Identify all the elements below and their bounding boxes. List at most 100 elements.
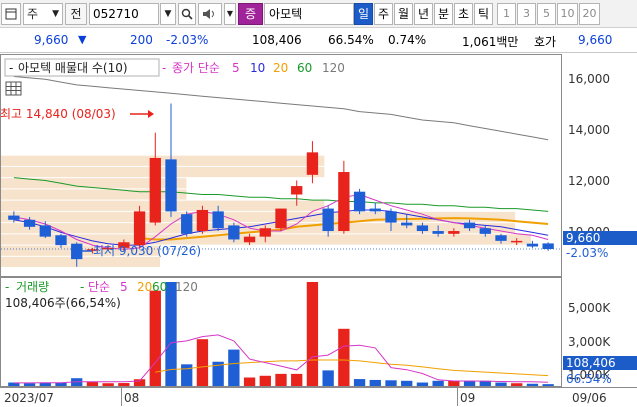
interval-1[interactable]: 1 [497, 2, 517, 25]
volume-bar [511, 383, 523, 386]
down-arrow-icon: ▼ [78, 33, 87, 46]
candle-body [39, 225, 51, 237]
volume-bar [196, 339, 209, 386]
volume-bar [86, 381, 99, 386]
volume-ma-prefix: 단순 [88, 280, 110, 294]
volume-bar [416, 382, 429, 386]
candle-body [416, 225, 429, 232]
sound-dropdown-button[interactable]: ▼ [224, 2, 236, 25]
period-tick[interactable]: 틱 [474, 2, 494, 25]
current-price: 9,660 [34, 33, 69, 47]
candle-body [55, 235, 67, 246]
volume-tick: 3,000K [568, 335, 611, 349]
stock-name: 아모텍 [269, 7, 303, 21]
volume-bar [385, 380, 397, 386]
volume-bar [401, 380, 413, 386]
interval-label: 3 [523, 7, 531, 20]
volume-bar [448, 380, 460, 386]
ask-price: 9,660 [578, 33, 613, 47]
stock-code-input[interactable] [89, 2, 159, 25]
candle-body [495, 235, 507, 241]
trade-amount: 1,061백만 [462, 35, 519, 49]
volume-bar [55, 382, 67, 386]
candle-body [181, 214, 193, 234]
trade-volume: 108,406 [252, 33, 302, 47]
volume-bar [495, 382, 507, 386]
stock-chart-window: 주 ▼ 전 ▼ ▼ 증 아모텍 일 주 월 년 분 초 틱 1 [0, 0, 637, 407]
interval-10[interactable]: 10 [557, 2, 579, 25]
chevron-down-icon: ▼ [164, 8, 172, 19]
period-year[interactable]: 년 [414, 2, 434, 25]
profile-legend-label: 아모텍 매물대 수(10) [18, 61, 128, 75]
period-week[interactable]: 주 [374, 2, 394, 25]
candle-body [448, 231, 460, 234]
interval-label: 5 [543, 7, 551, 20]
volume-bar [322, 370, 334, 386]
volume-profile-bar [1, 166, 325, 178]
volume-bar [291, 373, 303, 386]
period-label: 분 [438, 7, 450, 21]
candle-body [291, 186, 303, 195]
candle-body [23, 219, 36, 227]
period-label: 년 [418, 7, 430, 21]
volume-bar [118, 383, 130, 386]
period-day[interactable]: 일 [354, 2, 374, 25]
prev-label: 전 [70, 7, 82, 21]
search-button[interactable] [178, 2, 196, 25]
period-minute[interactable]: 분 [434, 2, 454, 25]
volume-bar [228, 349, 240, 386]
market-select[interactable]: 주 ▼ [23, 2, 63, 25]
code-dropdown-button[interactable]: ▼ [160, 2, 176, 25]
candle-body [526, 243, 539, 247]
volume-bar [463, 380, 476, 386]
vol-ma20-legend: 20 [137, 280, 152, 294]
candle-body [511, 240, 523, 243]
dash-icon: - [80, 280, 84, 294]
date-tick: 08 [124, 391, 139, 405]
ma120-legend: 120 [322, 61, 345, 75]
candle-body [385, 211, 397, 223]
price-tick: 12,000 [568, 174, 610, 188]
interval-5[interactable]: 5 [537, 2, 557, 25]
candle-body [338, 172, 350, 232]
price-chart[interactable]: - 아모텍 매물대 수(10) - 종가 단순 5 10 20 60 120 최… [0, 54, 637, 407]
volume-bar [275, 373, 287, 386]
volume-bar [369, 379, 381, 386]
window-layout-icon [5, 8, 17, 19]
interval-20[interactable]: 20 [579, 2, 601, 25]
candle-body [322, 208, 334, 232]
candle-body [165, 159, 177, 212]
period-label: 초 [458, 7, 470, 21]
period-label: 주 [378, 7, 390, 21]
period-second[interactable]: 초 [454, 2, 474, 25]
volume-current-text: 108,406주(66,54%) [5, 296, 121, 310]
interval-3[interactable]: 3 [517, 2, 537, 25]
candle-body [353, 191, 366, 212]
candle-body [133, 211, 146, 246]
low-annotation: 최저 9,030 (07/26) [93, 244, 201, 258]
ask-label: 호가 [534, 35, 557, 49]
period-month[interactable]: 월 [394, 2, 414, 25]
table-icon[interactable] [5, 81, 22, 96]
dash-icon: - [9, 61, 13, 75]
chevron-down-icon: ▼ [52, 8, 59, 19]
window-layout-button[interactable] [1, 2, 21, 25]
current-change-pct: -2.03% [566, 246, 608, 260]
volume-profile-bar [1, 211, 516, 223]
toolbar: 주 ▼ 전 ▼ ▼ 증 아모텍 일 주 월 년 분 초 틱 1 [0, 0, 637, 28]
sound-button[interactable] [198, 2, 222, 25]
volume-bar [23, 383, 36, 386]
quote-bar: 9,660 ▼ 200 -2.03% 108,406 66.54% 0.74% … [0, 29, 637, 53]
candle-body [228, 225, 240, 240]
volume-bar [526, 383, 539, 386]
volume-bar [306, 282, 319, 386]
prev-button[interactable]: 전 [65, 2, 87, 25]
stock-market-badge: 증 [238, 2, 264, 25]
volume-legend-label: 거래량 [16, 280, 49, 294]
candle-body [432, 231, 444, 234]
candle-body [542, 243, 554, 250]
price-tick: 14,000 [568, 123, 610, 137]
market-label: 주 [27, 7, 39, 21]
price-tick: 16,000 [568, 72, 610, 86]
candle-body [259, 228, 271, 237]
